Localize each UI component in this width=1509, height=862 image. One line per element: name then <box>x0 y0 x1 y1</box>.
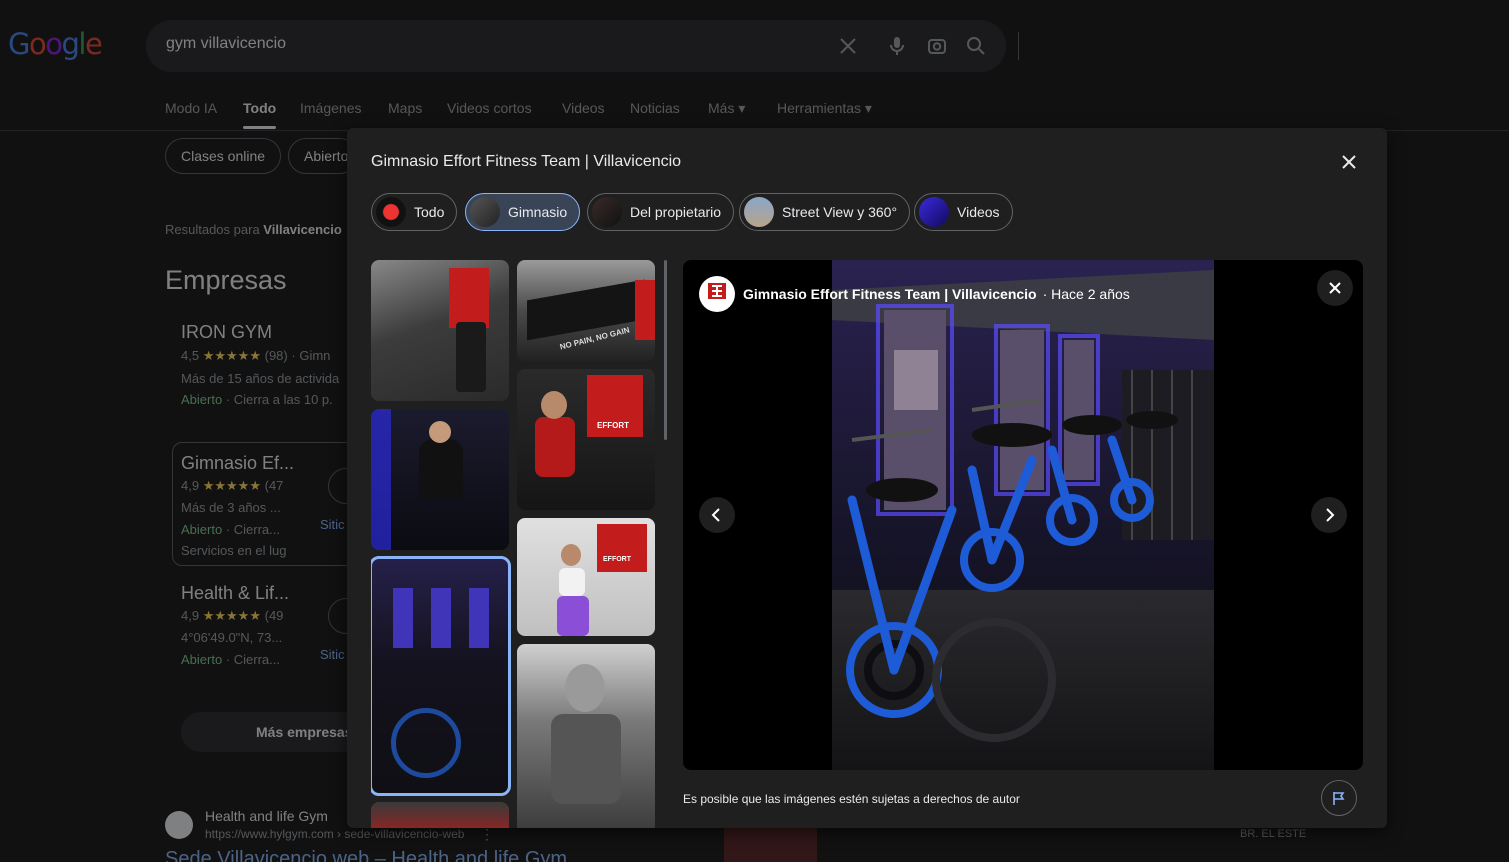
category-thumb <box>744 197 774 227</box>
category-thumb <box>470 197 500 227</box>
thumbnail-partial[interactable] <box>371 802 509 828</box>
athlete-silhouette <box>419 439 463 499</box>
main-image-viewer: Gimnasio Effort Fitness Team | Villavice… <box>683 260 1363 770</box>
category-thumb <box>376 197 406 227</box>
category-label: Street View y 360° <box>782 204 898 220</box>
trainer-shirt <box>535 417 575 477</box>
glow-panel <box>469 588 489 648</box>
thumbnail-gym-equipment[interactable] <box>371 260 509 401</box>
thumbnail-athlete-back[interactable] <box>371 409 509 550</box>
woman-leggings <box>557 596 589 636</box>
category-label: Del propietario <box>630 204 722 220</box>
copyright-notice: Es posible que las imágenes estén sujeta… <box>683 792 1020 806</box>
thumbnail-scrollbar[interactable] <box>664 260 667 440</box>
category-del-propietario[interactable]: Del propietario <box>587 193 735 231</box>
close-icon <box>1329 282 1341 294</box>
thumbnail-gym-wall[interactable]: NO PAIN, NO GAIN <box>517 260 655 361</box>
close-icon[interactable] <box>1337 150 1361 174</box>
woman-top <box>559 568 585 596</box>
category-street-view[interactable]: Street View y 360° <box>739 193 911 231</box>
report-button[interactable] <box>1321 780 1357 816</box>
category-label: Todo <box>414 204 445 220</box>
wall-banner <box>449 268 489 328</box>
previous-image-button[interactable] <box>699 497 735 533</box>
woman-head <box>561 544 581 566</box>
category-todo[interactable]: Todo <box>371 193 458 231</box>
image-source[interactable]: Gimnasio Effort Fitness Team | Villavice… <box>699 276 1130 312</box>
man-head <box>565 664 605 712</box>
source-time: · Hace 2 años <box>1042 286 1130 302</box>
man-shirt <box>551 714 621 804</box>
weight-rack <box>456 322 486 392</box>
glow-panel <box>393 588 413 648</box>
category-gimnasio[interactable]: Gimnasio <box>465 193 581 231</box>
logo-banner <box>597 524 647 572</box>
close-viewer-button[interactable] <box>1317 270 1353 306</box>
chevron-left-icon <box>711 508 720 522</box>
category-label: Videos <box>957 204 1000 220</box>
logo-banner-text: EFFORT <box>597 421 629 430</box>
logo-banner-text: EFFORT <box>603 556 631 563</box>
bike-wheel <box>391 708 461 778</box>
thumbnail-man-selfie[interactable] <box>517 644 655 828</box>
thumbnail-spin-bikes-selected[interactable] <box>371 556 511 796</box>
effort-logo-icon <box>708 283 726 299</box>
flag-icon <box>1333 792 1345 805</box>
category-thumb <box>919 197 949 227</box>
red-panel <box>635 280 655 340</box>
thumbnail-trainer-dumbbell[interactable]: EFFORT <box>517 369 655 510</box>
blue-light <box>371 409 391 550</box>
thumbnail-grid: NO PAIN, NO GAIN EFFORT EFFORT <box>371 260 661 828</box>
trainer-head <box>541 391 567 419</box>
modal-title: Gimnasio Effort Fitness Team | Villavice… <box>371 153 682 170</box>
chevron-right-icon <box>1326 508 1335 522</box>
image-viewer-modal: Gimnasio Effort Fitness Team | Villavice… <box>347 128 1387 828</box>
source-name: Gimnasio Effort Fitness Team | Villavice… <box>743 286 1037 302</box>
category-videos[interactable]: Videos <box>914 193 1013 231</box>
athlete-head <box>429 421 451 443</box>
spin-room-photo <box>832 260 1214 770</box>
source-logo <box>699 276 735 312</box>
glow-panel <box>431 588 451 648</box>
category-label: Gimnasio <box>508 204 568 220</box>
page: Google gym villavicencio Modo IA Todo Im… <box>0 0 1509 862</box>
thumbnail-woman-drinking[interactable]: EFFORT <box>517 518 655 636</box>
next-image-button[interactable] <box>1311 497 1347 533</box>
category-thumb <box>592 197 622 227</box>
main-photo-spin-bikes[interactable] <box>832 260 1214 770</box>
